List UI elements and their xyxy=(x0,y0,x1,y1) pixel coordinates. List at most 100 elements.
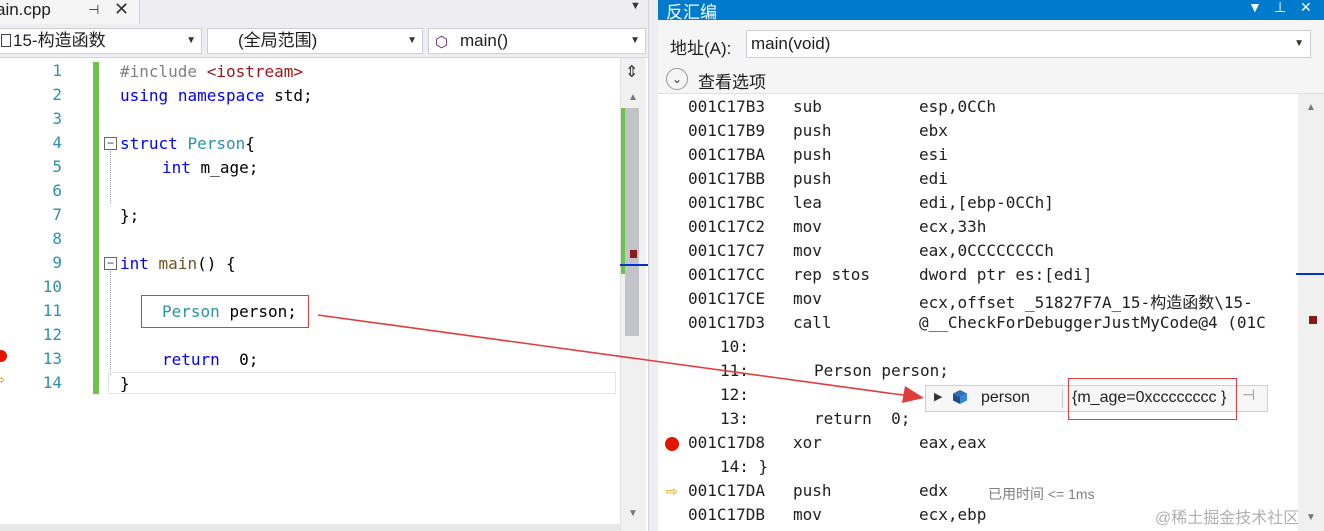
asm-address: 001C17DB xyxy=(688,505,766,524)
address-label: 地址(A): xyxy=(670,39,732,58)
code-line-5[interactable]: int m_age; xyxy=(162,158,258,177)
line-number: 6 xyxy=(52,181,62,200)
code-line-7[interactable]: }; xyxy=(120,206,139,225)
view-options-label[interactable]: 查看选项 xyxy=(698,68,766,93)
document-tab-bar: ain.cpp ⊣ ✕ ▼ xyxy=(0,0,648,24)
asm-row[interactable]: 001C17BB push edi xyxy=(658,166,1300,190)
asm-mnemonic: mov xyxy=(793,505,822,524)
asm-row[interactable]: 001C17C7 mov eax,0CCCCCCCCh xyxy=(658,238,1300,262)
close-icon[interactable]: ✕ xyxy=(1300,0,1312,16)
asm-mnemonic: lea xyxy=(793,193,822,212)
split-view-icon[interactable]: ⇕ xyxy=(625,62,638,82)
scroll-down-icon[interactable]: ▼ xyxy=(628,508,638,519)
scroll-down-icon[interactable]: ▼ xyxy=(1306,512,1316,523)
code-line-13[interactable]: return 0; xyxy=(162,350,258,369)
editor-vertical-scrollbar[interactable]: ⇕ ▲ ▼ xyxy=(620,58,648,531)
source-line[interactable]: 14: } xyxy=(658,454,1300,478)
asm-mnemonic: sub xyxy=(793,97,822,116)
code-type: Person xyxy=(187,134,246,153)
scroll-up-icon[interactable]: ▲ xyxy=(1306,102,1316,113)
breakpoint-icon[interactable] xyxy=(665,437,679,451)
code-keyword: struct xyxy=(120,134,178,153)
asm-operand: @__CheckForDebuggerJustMyCode@4 (01C xyxy=(919,313,1266,332)
pin-icon[interactable]: ⊥ xyxy=(1274,0,1286,16)
expand-options-icon[interactable]: ⌄ xyxy=(666,68,688,90)
code-line-9[interactable]: int main() { xyxy=(120,254,236,273)
asm-address: 001C17DA xyxy=(688,481,766,500)
scroll-up-icon[interactable]: ▲ xyxy=(628,92,638,103)
asm-row[interactable]: 001C17C2 mov ecx,33h xyxy=(658,214,1300,238)
code-line-1[interactable]: #include <iostream> xyxy=(120,62,303,81)
disassembly-title-bar: 反汇编 ▼ ⊥ ✕ xyxy=(658,0,1324,22)
function-dropdown[interactable]: ⬡ main() ▼ xyxy=(428,28,646,54)
address-value: main(void) xyxy=(751,34,831,53)
asm-operand: esp,0CCh xyxy=(919,97,997,116)
tab-main-cpp[interactable]: ain.cpp ⊣ ✕ xyxy=(0,0,140,24)
line-number: 10 xyxy=(42,277,62,296)
tab-filename: ain.cpp xyxy=(0,0,51,19)
close-icon[interactable]: ✕ xyxy=(114,0,129,20)
view-options-bar: ⌄ 查看选项 xyxy=(658,64,1324,94)
pin-icon[interactable]: ⊣ xyxy=(1242,386,1255,404)
source-line[interactable]: 10: xyxy=(658,334,1300,358)
asm-address: 001C17D3 xyxy=(688,313,766,332)
code-keyword: int xyxy=(120,254,149,273)
elapsed-time-tip: 已用时间 <= 1ms xyxy=(988,486,1095,502)
line-number: 11 xyxy=(42,301,62,320)
address-input[interactable]: main(void) ▼ xyxy=(746,30,1311,58)
function-cube-icon: ⬡ xyxy=(435,34,449,51)
breakpoint-icon[interactable] xyxy=(0,350,7,362)
chevron-down-icon[interactable]: ▼ xyxy=(1294,31,1304,57)
disassembly-vertical-scrollbar[interactable]: ▲ ▼ xyxy=(1296,94,1324,531)
asm-mnemonic: mov xyxy=(793,217,822,236)
fold-toggle-icon[interactable]: − xyxy=(104,137,117,150)
asm-row-breakpoint[interactable]: 001C17D8 xor eax,eax xyxy=(658,430,1300,454)
tab-dropdown-icon[interactable]: ▼ xyxy=(630,0,641,12)
asm-operand: edi,[ebp-0CCh] xyxy=(919,193,1054,212)
source-line-text: 14: } xyxy=(720,457,769,476)
project-dropdown[interactable]: 15-构造函数 ▼ xyxy=(0,28,202,54)
asm-row[interactable]: 001C17BC lea edi,[ebp-0CCh] xyxy=(658,190,1300,214)
indent-guide xyxy=(110,271,111,375)
source-line-number: 11: xyxy=(720,361,749,380)
asm-operand: dword ptr es:[edi] xyxy=(919,265,1093,284)
chevron-down-icon: ▼ xyxy=(630,35,640,46)
code-line-4[interactable]: struct Person{ xyxy=(120,134,255,153)
code-line-2[interactable]: using namespace std; xyxy=(120,86,313,105)
editor-horizontal-scrollbar[interactable] xyxy=(0,524,620,531)
asm-row[interactable]: 001C17D3 call @__CheckForDebuggerJustMyCod… xyxy=(658,310,1300,334)
current-statement-arrow-icon: ⇨ xyxy=(0,372,5,388)
chevron-down-icon: ▼ xyxy=(186,35,196,46)
navigation-bar: 15-构造函数 ▼ (全局范围) ▼ ⬡ main() ▼ xyxy=(0,24,648,58)
current-line-highlight xyxy=(108,372,616,394)
code-text: } xyxy=(120,374,130,393)
asm-row[interactable]: 001C17BA push esi xyxy=(658,142,1300,166)
datatip-divider xyxy=(1062,389,1063,408)
code-text: std; xyxy=(274,86,313,105)
asm-operand: eax,eax xyxy=(919,433,987,452)
disassembly-window: 反汇编 ▼ ⊥ ✕ 地址(A): main(void) ▼ ⌄ 查看选项 001… xyxy=(658,0,1324,531)
pane-splitter[interactable] xyxy=(648,0,658,531)
asm-row[interactable]: 001C17CE mov ecx,offset _51827F7A_15-构造函数\… xyxy=(658,286,1300,312)
window-dropdown-icon[interactable]: ▼ xyxy=(1248,0,1262,15)
asm-row[interactable]: 001C17CC rep stos dword ptr es:[edi] xyxy=(658,262,1300,286)
fold-toggle-icon[interactable]: − xyxy=(104,257,117,270)
disassembly-listing[interactable]: 001C17B3 sub esp,0CCh 001C17B9 push ebx 001C… xyxy=(658,94,1300,531)
asm-address: 001C17C7 xyxy=(688,241,766,260)
source-line-number: 13: xyxy=(720,409,749,428)
asm-row-current[interactable]: 001C17DA push edx xyxy=(658,478,1300,502)
function-name: main() xyxy=(460,31,509,50)
scope-dropdown[interactable]: (全局范围) ▼ xyxy=(207,28,423,54)
watermark: @稀土掘金技术社区 xyxy=(1155,510,1300,527)
line-number: 14 xyxy=(42,373,62,392)
expand-arrow-icon[interactable]: ▶ xyxy=(934,390,942,403)
code-function: main xyxy=(158,254,198,273)
asm-row[interactable]: 001C17B9 push ebx xyxy=(658,118,1300,142)
code-line-14[interactable]: } xyxy=(120,374,130,393)
asm-operand: esi xyxy=(919,145,948,164)
asm-mnemonic: rep stos xyxy=(793,265,871,284)
scroll-thumb[interactable] xyxy=(625,108,639,336)
asm-row[interactable]: 001C17B3 sub esp,0CCh xyxy=(658,94,1300,118)
pin-icon[interactable]: ⊣ xyxy=(88,2,99,18)
line-number: 4 xyxy=(52,133,62,152)
